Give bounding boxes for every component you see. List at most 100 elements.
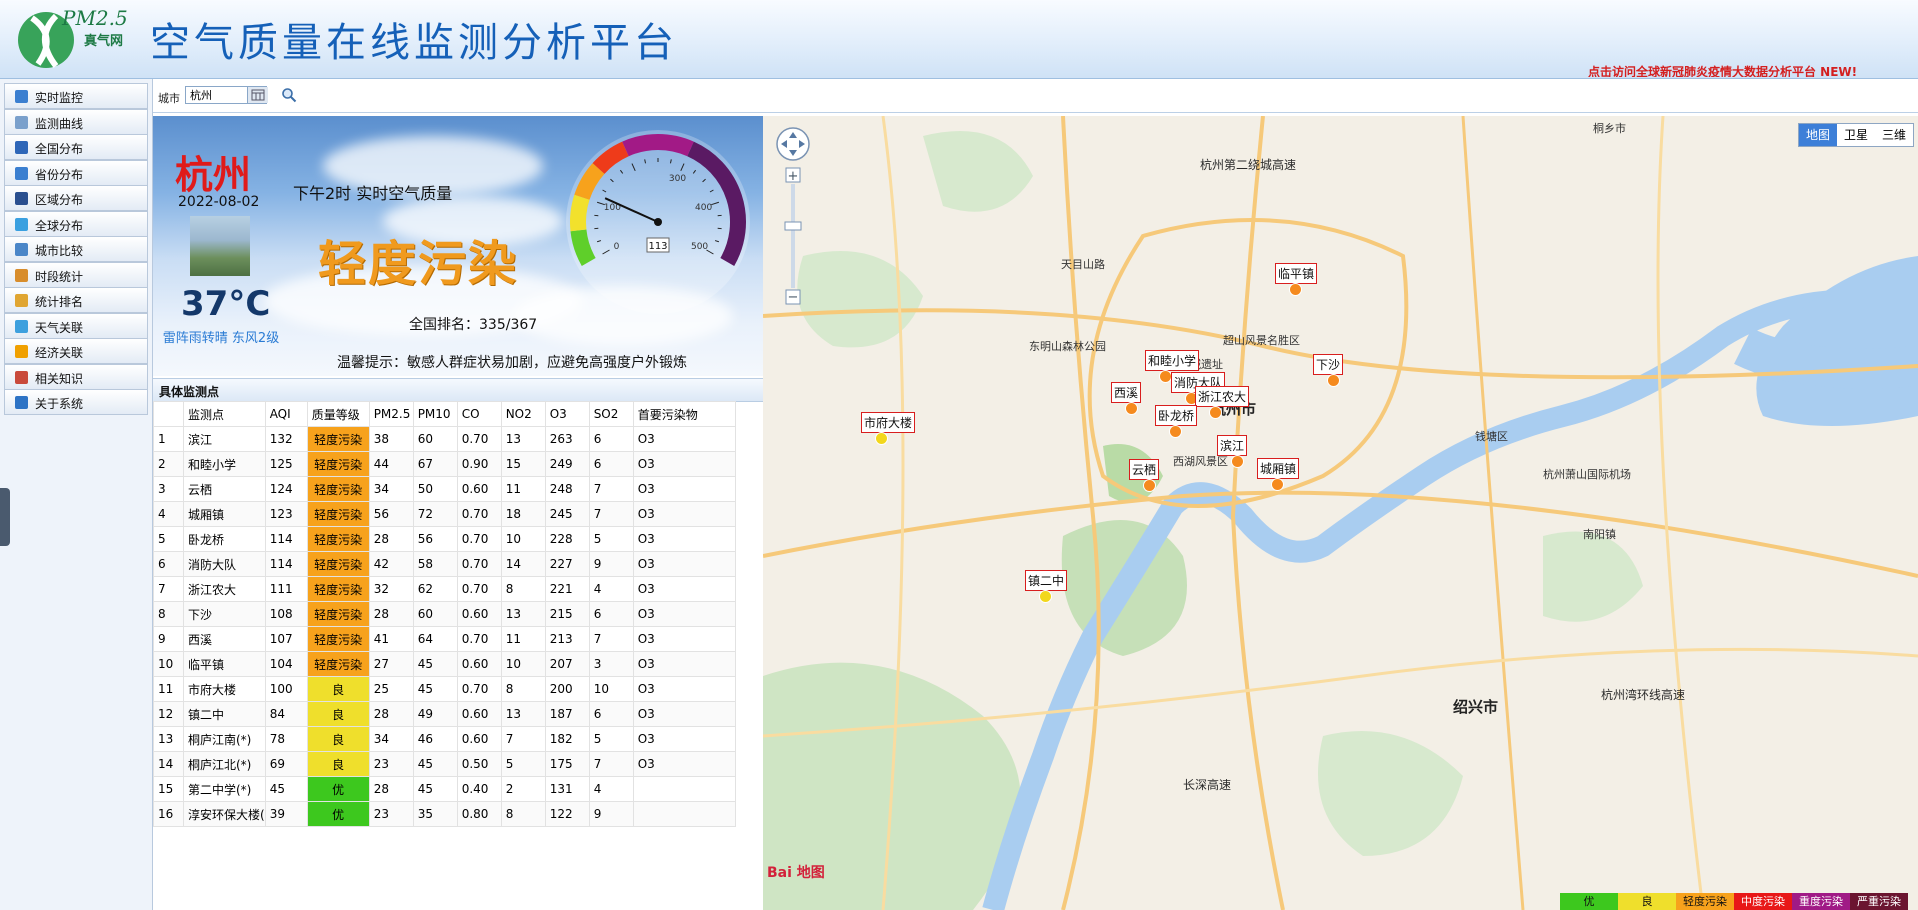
table-cell: 69	[264, 751, 308, 777]
station-dot-icon[interactable]	[1327, 374, 1340, 387]
table-row[interactable]: 8 下沙 108 轻度污染 28 60 0.60 13 215 6 O3	[153, 601, 736, 627]
table-row[interactable]: 5 卧龙桥 114 轻度污染 28 56 0.70 10 228 5 O3	[153, 526, 736, 552]
stations-panel-title: 具体监测点	[159, 385, 220, 399]
sidebar-item-6[interactable]: 全球分布	[4, 210, 148, 237]
station-marker-label[interactable]: 和睦小学	[1145, 350, 1200, 371]
table-row[interactable]: 1 滨江 132 轻度污染 38 60 0.70 13 263 6 O3	[153, 426, 736, 452]
table-cell: 西溪	[183, 626, 266, 652]
column-header[interactable]: 首要污染物	[632, 401, 736, 427]
column-header[interactable]: O3	[544, 401, 590, 427]
table-cell: 0.70	[456, 626, 502, 652]
station-dot-icon[interactable]	[1169, 425, 1182, 438]
sidebar-item-10[interactable]: 天气关联	[4, 312, 148, 339]
sidebar-item-3[interactable]: 全国分布	[4, 134, 148, 160]
search-icon[interactable]	[281, 87, 297, 103]
station-marker-label[interactable]: 云栖	[1129, 459, 1160, 480]
station-marker-label[interactable]: 镇二中	[1025, 570, 1068, 591]
map-type-button-2[interactable]: 卫星	[1837, 124, 1875, 146]
sidebar-item-13[interactable]: 关于系统	[4, 389, 148, 415]
table-row[interactable]: 4 城厢镇 123 轻度污染 56 72 0.70 18 245 7 O3	[153, 501, 736, 527]
station-dot-icon[interactable]	[1231, 455, 1244, 468]
table-cell: 111	[264, 576, 308, 602]
column-header[interactable]: 监测点	[183, 401, 266, 427]
station-marker-label[interactable]: 卧龙桥	[1155, 405, 1198, 426]
station-dot-icon[interactable]	[1289, 283, 1302, 296]
sidebar-item-8[interactable]: 时段统计	[4, 261, 148, 288]
station-dot-icon[interactable]	[1271, 478, 1284, 491]
table-row[interactable]: 10 临平镇 104 轻度污染 27 45 0.60 10 207 3 O3	[153, 651, 736, 677]
column-header[interactable]: AQI	[264, 401, 308, 427]
sidebar-item-1[interactable]: 实时监控	[4, 83, 148, 109]
header: PM2.5 真气网 空气质量在线监测分析平台 点击访问全球新冠肺炎疫情大数据分析…	[0, 0, 1918, 79]
table-cell: 56	[368, 501, 414, 527]
sidebar-item-7[interactable]: 城市比较	[4, 236, 148, 262]
station-dot-icon[interactable]	[1143, 479, 1156, 492]
map-place-label: 天目山路	[1061, 258, 1105, 271]
table-row[interactable]: 3 云栖 124 轻度污染 34 50 0.60 11 248 7 O3	[153, 476, 736, 502]
sidebar-item-9[interactable]: 统计排名	[4, 287, 148, 313]
column-header[interactable]: NO2	[500, 401, 546, 427]
table-cell: 60	[412, 601, 458, 627]
map-place-label: 南阳镇	[1583, 528, 1616, 541]
station-marker-label[interactable]: 市府大楼	[861, 412, 916, 433]
table-cell: 45	[264, 776, 308, 802]
table-cell: 5	[588, 726, 634, 752]
station-dot-icon[interactable]	[1209, 406, 1222, 419]
logo-text: PM2.5	[62, 6, 128, 30]
table-cell: 15	[500, 451, 546, 477]
table-row[interactable]: 6 消防大队 114 轻度污染 42 58 0.70 14 227 9 O3	[153, 551, 736, 577]
table-cell: 13	[500, 601, 546, 627]
sidebar-item-4[interactable]: 省份分布	[4, 159, 148, 186]
svg-text:+: +	[788, 169, 799, 184]
table-row[interactable]: 13 桐庐江南(*) 78 良 34 46 0.60 7 182 5 O3	[153, 726, 736, 752]
station-marker-label[interactable]: 临平镇	[1275, 263, 1318, 284]
table-cell: 108	[264, 601, 308, 627]
table-cell: 123	[264, 501, 308, 527]
table-row[interactable]: 9 西溪 107 轻度污染 41 64 0.70 11 213 7 O3	[153, 626, 736, 652]
station-marker-label[interactable]: 滨江	[1217, 435, 1248, 456]
column-header[interactable]: PM2.5	[368, 401, 414, 427]
sidebar-item-label: 区域分布	[35, 193, 84, 207]
station-marker-label[interactable]: 浙江农大	[1195, 386, 1250, 407]
column-header[interactable]: SO2	[588, 401, 634, 427]
sidebar-item-5[interactable]: 区域分布	[4, 185, 148, 211]
book-icon	[15, 370, 28, 384]
table-cell: 16	[153, 801, 184, 827]
sidebar-item-2[interactable]: 监测曲线	[4, 108, 148, 135]
table-cell: 8	[153, 601, 184, 627]
station-marker-label[interactable]: 西溪	[1111, 382, 1142, 403]
table-row[interactable]: 14 桐庐江北(*) 69 良 23 45 0.50 5 175 7 O3	[153, 751, 736, 777]
news-marquee-link[interactable]: 点击访问全球新冠肺炎疫情大数据分析平台 NEW!	[1588, 63, 1918, 77]
table-cell: 207	[544, 651, 590, 677]
table-cell: 桐庐江北(*)	[183, 751, 266, 777]
table-row[interactable]: 15 第二中学(*) 45 优 28 45 0.40 2 131 4	[153, 776, 736, 802]
table-cell: O3	[632, 526, 736, 552]
table-row[interactable]: 16 淳安环保大楼(39 优 23 35 0.80 8 122 9	[153, 801, 736, 827]
table-cell: 0.80	[456, 801, 502, 827]
table-cell: 114	[264, 526, 308, 552]
city-name: 杭州	[175, 153, 252, 197]
station-dot-icon[interactable]	[1125, 402, 1138, 415]
sidebar-item-12[interactable]: 相关知识	[4, 363, 148, 390]
city-dropdown-button[interactable]	[247, 87, 268, 103]
station-marker-label[interactable]: 下沙	[1313, 354, 1344, 375]
table-row[interactable]: 2 和睦小学 125 轻度污染 44 67 0.90 15 249 6 O3	[153, 451, 736, 477]
column-header[interactable]	[153, 401, 184, 427]
station-dot-icon[interactable]	[1039, 590, 1052, 603]
table-row[interactable]: 12 镇二中 84 良 28 49 0.60 13 187 6 O3	[153, 701, 736, 727]
sidebar-item-11[interactable]: 经济关联	[4, 338, 148, 364]
sidebar-collapse-handle[interactable]	[0, 488, 10, 546]
station-dot-icon[interactable]	[875, 432, 888, 445]
station-marker-label[interactable]: 城厢镇	[1257, 458, 1300, 479]
map-type-button-1[interactable]: 地图	[1798, 124, 1837, 146]
column-header[interactable]: CO	[456, 401, 502, 427]
map-zoom-control[interactable]: + −	[773, 126, 813, 326]
table-row[interactable]: 7 浙江农大 111 轻度污染 32 62 0.70 8 221 4 O3	[153, 576, 736, 602]
gauge-tick-label: 0	[614, 242, 620, 252]
table-row[interactable]: 11 市府大楼 100 良 25 45 0.70 8 200 10 O3	[153, 676, 736, 702]
map-type-button-3[interactable]: 三维	[1875, 124, 1913, 146]
map-view[interactable]: 杭州第二绕城高速杭州市绍兴市钱塘区杭州湾环线高速长深高速良渚古城遗址超山风景名胜…	[763, 116, 1918, 910]
table-cell: 2	[153, 451, 184, 477]
column-header[interactable]: PM10	[412, 401, 458, 427]
column-header[interactable]: 质量等级	[306, 401, 370, 427]
